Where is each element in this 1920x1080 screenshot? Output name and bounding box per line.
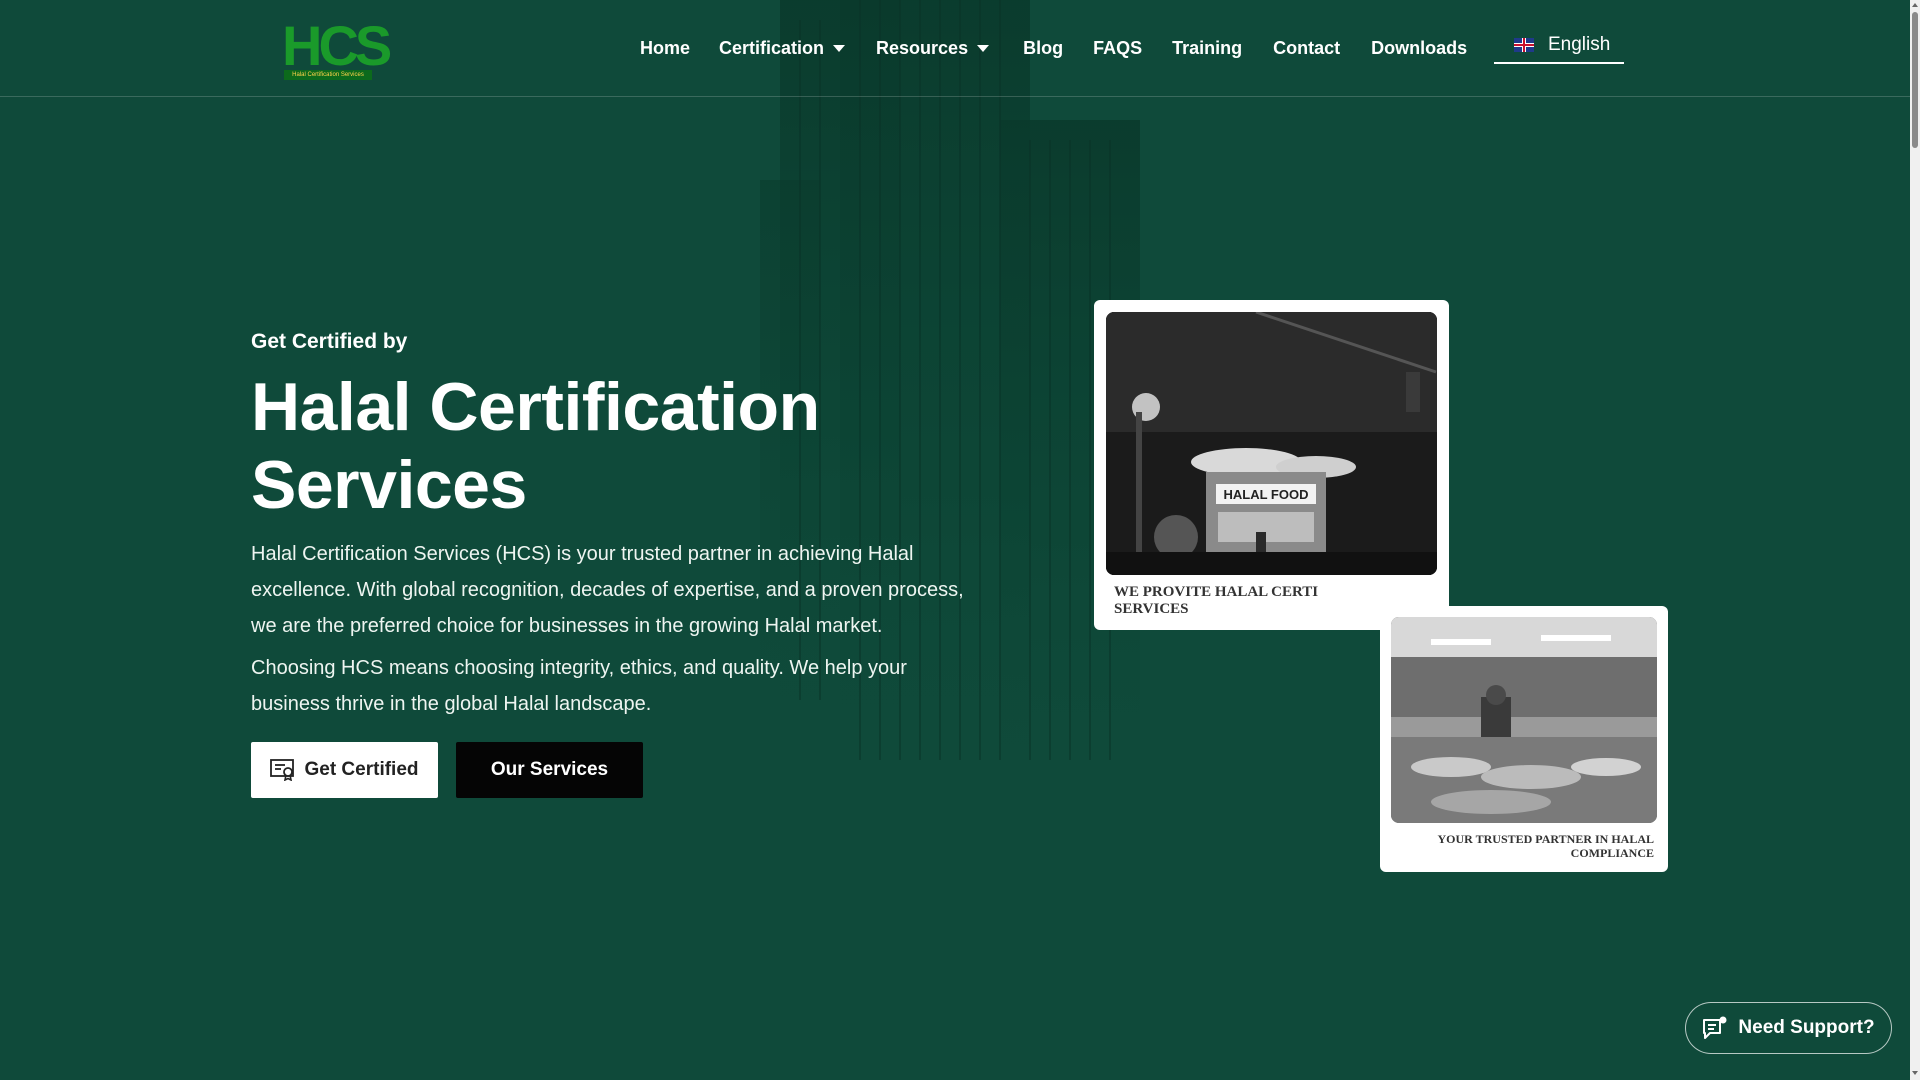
halal-food-cart-photo: HALAL FOOD <box>1106 312 1437 575</box>
uk-flag-icon <box>1514 38 1534 52</box>
nav-blog[interactable]: Blog <box>1023 34 1063 62</box>
hero-section: Get Certified by Halal Certification Ser… <box>251 330 971 722</box>
site-header: HCS Halal Certification Services Home Ce… <box>0 0 1910 97</box>
hero-paragraph-1: Halal Certification Services (HCS) is yo… <box>251 543 964 637</box>
hero-paragraph-2: Choosing HCS means choosing integrity, e… <box>251 657 907 715</box>
certificate-icon <box>270 759 295 781</box>
need-support-button[interactable]: Need Support? <box>1685 1002 1892 1054</box>
main-nav: Home Certification Resources Blog FAQS T… <box>640 34 1467 62</box>
chat-support-icon <box>1703 1016 1727 1039</box>
our-services-button[interactable]: Our Services <box>456 742 643 798</box>
hero-title: Halal Certification Services <box>251 368 971 524</box>
image-card-market: YOUR TRUSTED PARTNER IN HALAL COMPLIANCE <box>1380 606 1668 872</box>
get-certified-label: Get Certified <box>304 759 419 780</box>
page-scrollbar[interactable] <box>1910 0 1920 1080</box>
nav-resources[interactable]: Resources <box>876 34 990 62</box>
card-caption: WE PROVITE HALAL CERTI SERVICES <box>1114 584 1319 617</box>
caret-down-icon <box>833 44 846 52</box>
nav-resources-label: Resources <box>876 37 969 58</box>
logo-tagline: Halal Certification Services <box>284 70 372 80</box>
svg-text:HALAL FOOD: HALAL FOOD <box>1224 487 1309 502</box>
caret-down-icon <box>977 44 990 52</box>
need-support-label: Need Support? <box>1738 1017 1875 1038</box>
scroll-up-arrow-icon[interactable] <box>1912 3 1918 7</box>
get-certified-button[interactable]: Get Certified <box>251 742 438 798</box>
nav-home-label: Home <box>640 37 691 58</box>
hero-buttons: Get Certified Our Services <box>251 742 643 798</box>
nav-training-label: Training <box>1172 37 1243 58</box>
nav-faqs-label: FAQS <box>1093 37 1143 58</box>
market-stall-photo <box>1391 617 1657 823</box>
logo-mark: HCS <box>282 14 392 77</box>
card-caption: YOUR TRUSTED PARTNER IN HALAL COMPLIANCE <box>1437 832 1655 860</box>
hero-eyebrow: Get Certified by <box>251 330 408 353</box>
nav-training[interactable]: Training <box>1172 34 1242 62</box>
hero-title-line1: Halal Certification <box>251 369 820 445</box>
scroll-down-arrow-icon[interactable] <box>1912 1071 1918 1075</box>
nav-downloads-label: Downloads <box>1371 37 1468 58</box>
our-services-label: Our Services <box>490 759 609 780</box>
language-selector[interactable]: English <box>1494 28 1624 64</box>
nav-certification[interactable]: Certification <box>719 34 846 62</box>
nav-certification-label: Certification <box>719 37 825 58</box>
image-card-halal-food: HALAL FOOD WE PROVITE HALAL CERTI SERVIC… <box>1094 300 1449 630</box>
hero-title-line2: Services <box>251 447 527 523</box>
hcs-logo[interactable]: HCS Halal Certification Services <box>282 14 392 82</box>
nav-downloads[interactable]: Downloads <box>1371 34 1467 62</box>
nav-faqs[interactable]: FAQS <box>1093 34 1142 62</box>
nav-blog-label: Blog <box>1023 37 1064 58</box>
nav-contact-label: Contact <box>1273 37 1341 58</box>
language-label: English <box>1548 34 1611 55</box>
nav-home[interactable]: Home <box>640 34 690 62</box>
nav-contact[interactable]: Contact <box>1273 34 1340 62</box>
scroll-thumb[interactable] <box>1912 12 1918 148</box>
